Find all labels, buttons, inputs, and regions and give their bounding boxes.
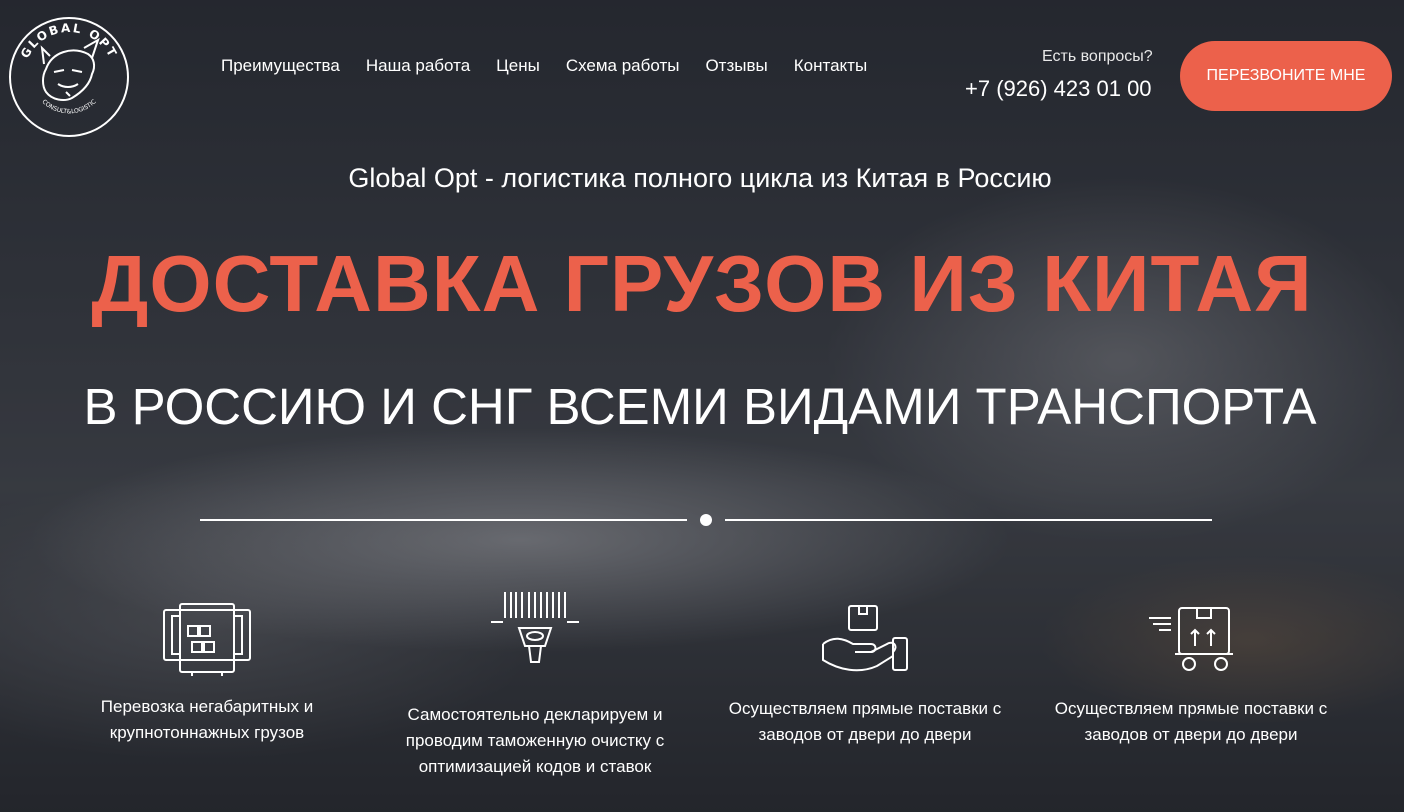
delivery-cart-icon <box>1149 607 1233 671</box>
nav-prices[interactable]: Цены <box>496 56 540 76</box>
hero-subtitle: Global Opt - логистика полного цикла из … <box>348 163 1052 193</box>
feature-direct-supply: Осуществляем прямые поставки с заводов о… <box>715 604 1015 748</box>
nav-our-work[interactable]: Наша работа <box>366 56 470 76</box>
svg-text:CONSULT&LOGISTIC: CONSULT&LOGISTIC <box>40 98 97 115</box>
svg-text:GLOBAL OPT: GLOBAL OPT <box>18 21 120 61</box>
hero-headline-secondary: В РОССИЮ И СНГ ВСЕМИ ВИДАМИ ТРАНСПОРТА <box>83 378 1317 435</box>
feature-text: Самостоятельно декларируем и проводим та… <box>405 705 665 776</box>
logo-top-text: GLOBAL OPT <box>18 21 118 61</box>
container-icon <box>163 603 251 676</box>
nav-workflow[interactable]: Схема работы <box>566 56 680 76</box>
divider-dot <box>700 514 712 526</box>
nav-advantages[interactable]: Преимущества <box>221 56 340 76</box>
hero-headline: ДОСТАВКА ГРУЗОВ ИЗ КИТАЯ <box>91 239 1313 328</box>
feature-text: Осуществляем прямые поставки с заводов о… <box>1054 699 1328 744</box>
feature-text: Осуществляем прямые поставки с заводов о… <box>728 699 1002 744</box>
questions-label: Есть вопросы? <box>1042 48 1153 65</box>
main-nav: Преимущества Наша работа Цены Схема рабо… <box>208 56 880 76</box>
feature-text: Перевозка негабаритных и крупнотоннажных… <box>100 697 314 742</box>
hand-box-icon <box>822 605 908 672</box>
feature-oversized-cargo: Перевозка негабаритных и крупнотоннажных… <box>82 600 332 746</box>
company-logo[interactable]: GLOBAL OPT CONSULT&LOGISTIC <box>6 14 132 140</box>
barcode-scanner-icon <box>491 592 579 663</box>
phone-number[interactable]: +7 (926) 423 01 00 <box>965 76 1152 102</box>
divider-line-left <box>200 519 687 521</box>
logo-bottom-text: CONSULT&LOGISTIC <box>40 98 97 115</box>
feature-door-to-door: Осуществляем прямые поставки с заводов о… <box>1040 606 1342 748</box>
nav-reviews[interactable]: Отзывы <box>705 56 767 76</box>
divider-line-right <box>725 519 1212 521</box>
feature-customs-clearance: Самостоятельно декларируем и проводим та… <box>385 588 685 780</box>
callback-button[interactable]: ПЕРЕЗВОНИТЕ МНЕ <box>1180 41 1392 111</box>
nav-contacts[interactable]: Контакты <box>794 56 867 76</box>
